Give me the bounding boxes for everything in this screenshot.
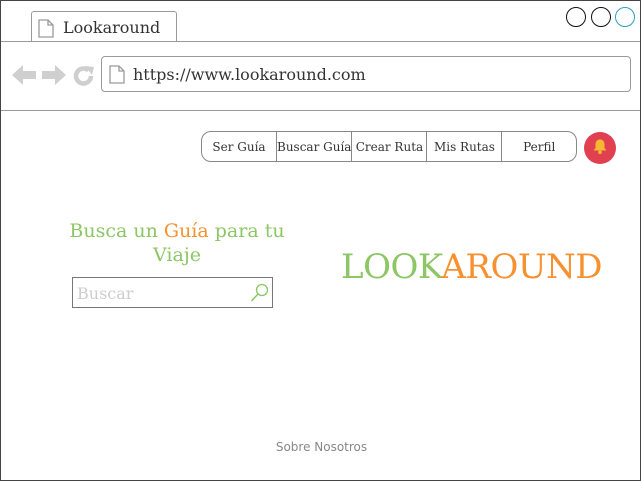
- menu-item-mis-rutas[interactable]: Mis Rutas: [427, 132, 503, 161]
- close-button[interactable]: [615, 7, 635, 27]
- tab-title: Lookaround: [63, 18, 161, 37]
- headline-text-start: Busca un: [69, 220, 164, 242]
- site-logo: LOOKAROUND: [341, 247, 603, 287]
- url-text: https://www.lookaround.com: [133, 65, 366, 84]
- browser-tab[interactable]: Lookaround: [31, 11, 177, 42]
- search-icon[interactable]: [250, 283, 269, 307]
- about-us-link[interactable]: Sobre Nosotros: [1, 440, 641, 454]
- main-menu: Ser Guía Buscar Guía Crear Ruta Mis Ruta…: [201, 131, 577, 162]
- menu-item-ser-guia[interactable]: Ser Guía: [202, 132, 277, 161]
- address-bar[interactable]: https://www.lookaround.com: [101, 56, 631, 92]
- navigation-bar: https://www.lookaround.com: [1, 42, 640, 110]
- document-icon: [38, 19, 54, 42]
- menu-item-buscar-guia[interactable]: Buscar Guía: [277, 132, 353, 161]
- title-bar: Lookaround: [1, 1, 640, 42]
- menu-item-crear-ruta[interactable]: Crear Ruta: [352, 132, 428, 161]
- logo-around: AROUND: [441, 247, 603, 287]
- hero-headline: Busca un Guía para tu Viaje: [57, 219, 297, 267]
- menu-item-perfil[interactable]: Perfil: [502, 132, 576, 161]
- search-input[interactable]: [77, 281, 245, 305]
- browser-window: Lookaround https://www.lookaround.com Se…: [0, 0, 641, 481]
- notifications-button[interactable]: [584, 132, 616, 164]
- forward-arrow-icon[interactable]: [41, 64, 67, 90]
- headline-accent: Guía: [163, 220, 209, 242]
- guide-search-box: [72, 277, 273, 308]
- reload-icon[interactable]: [72, 64, 96, 92]
- navbar-divider: [1, 110, 640, 111]
- minimize-button[interactable]: [566, 7, 586, 27]
- back-arrow-icon[interactable]: [11, 64, 37, 90]
- bell-icon: [592, 138, 608, 159]
- maximize-button[interactable]: [591, 7, 611, 27]
- document-icon: [109, 65, 125, 88]
- logo-look: LOOK: [341, 247, 442, 287]
